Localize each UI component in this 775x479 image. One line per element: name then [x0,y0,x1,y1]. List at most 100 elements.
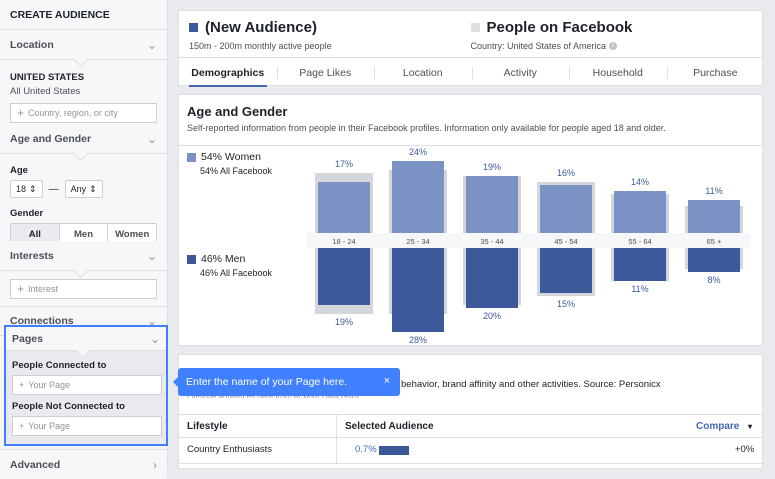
country-name: UNITED STATES [10,72,85,83]
age-gender-card: Age and Gender Self-reported information… [178,94,763,346]
chevron-down-icon: ⌄ [146,248,157,263]
men-bar [318,248,370,305]
age-gender-label: Age and Gender [10,132,92,145]
women-bar [466,176,518,233]
row-lifestyle-name: Country Enthusiasts [187,444,273,455]
col-compare[interactable]: Compare [696,421,739,432]
tabs-bar: Demographics Page Likes Location Activit… [179,57,764,87]
age-tick-label: 18 - 24 [332,237,355,246]
info-icon[interactable]: i [609,42,618,50]
age-label: Age [10,165,28,176]
women-data-label: 11% [705,186,722,196]
location-input[interactable]: + Country, region, or city [10,103,157,123]
age-tick-label: 65 + [707,237,722,246]
plus-icon: + [19,421,25,431]
pages-section-header[interactable]: Pages ⌄ [6,327,166,359]
interests-label: Interests [10,249,54,262]
men-data-label: 11% [631,284,648,294]
age-tick-label: 35 - 44 [480,237,503,246]
men-bar [614,248,666,281]
tab-purchase[interactable]: Purchase [666,58,765,87]
compare-title: People on Facebook [486,19,633,36]
tab-activity[interactable]: Activity [471,58,570,87]
chevron-right-icon: › [153,457,157,472]
age-tick-label: 25 - 34 [406,237,429,246]
men-data-label: 8% [707,275,720,285]
chevron-down-icon: ⌄ [146,37,157,52]
women-bar [392,161,444,233]
interest-placeholder: Interest [28,284,59,294]
age-max-select[interactable]: Any ⇕ [64,180,103,198]
women-bar [688,200,740,233]
location-body: UNITED STATES All United States + Countr… [0,60,167,124]
women-data-label: 24% [409,147,427,157]
compare-color-swatch [470,23,480,32]
women-data-label: 17% [335,159,353,169]
location-section-header[interactable]: Location ⌄ [0,30,167,68]
row-compare-value: +0% [735,444,755,455]
not-connected-page-input[interactable]: + Your Page [12,416,162,436]
page-name-tooltip: Enter the name of your Page here. × [173,368,400,396]
people-not-connected-label: People Not Connected to [12,401,125,412]
men-data-label: 15% [557,299,575,309]
audience-header-card: (New Audience) 150m - 200m monthly activ… [178,10,764,87]
age-gender-section-header[interactable]: Age and Gender ⌄ [0,124,167,162]
audience-size: 150m - 200m monthly active people [189,41,332,51]
women-data-label: 19% [483,162,501,172]
updown-icon: ⇕ [89,183,97,194]
women-bar [614,191,666,233]
interests-section-header[interactable]: Interests ⌄ [0,241,167,279]
women-data-label: 14% [631,177,649,187]
age-gender-chart: 17% 19% 18 - 24 24% 28% 25 - 34 19% 20% 35 - 44 1… [307,147,751,345]
connected-page-input[interactable]: + Your Page [12,375,162,395]
people-connected-label: People Connected to [12,360,107,371]
tab-household[interactable]: Household [569,58,667,87]
location-label: Location [10,38,54,51]
age-min-select[interactable]: 18 ⇕ [10,180,43,198]
close-icon[interactable]: × [384,375,390,387]
sidebar-title: CREATE AUDIENCE [0,0,167,30]
men-bar [688,248,740,272]
advanced-section-header[interactable]: Advanced › [0,449,167,479]
age-gender-body: Age 18 ⇕ — Any ⇕ Gender All Men Women [0,154,167,245]
section-notch [75,343,91,359]
plus-icon: + [19,380,25,390]
lifestyle-table-header: Lifestyle Selected Audience Compare ▾ [179,414,764,438]
col-selected-audience: Selected Audience [345,421,434,432]
tab-page-likes[interactable]: Page Likes [276,58,375,87]
row-selected-value: 0.7% [355,444,377,455]
chevron-down-icon: ⌄ [149,331,160,346]
age-axis-band [307,233,751,248]
plus-icon: + [17,106,25,120]
not-connected-page-placeholder: Your Page [28,421,70,431]
women-bar [540,185,592,233]
updown-icon: ⇕ [29,183,37,194]
tooltip-text: Enter the name of your Page here. [186,376,348,388]
age-max-value: Any [70,184,87,194]
men-data-label: 20% [483,311,501,321]
caret-down-icon[interactable]: ▾ [748,422,752,431]
chevron-down-icon: ⌄ [146,131,157,146]
audience-title: (New Audience) [205,19,317,36]
men-bar [392,248,444,332]
pages-label: Pages [12,332,43,345]
connected-page-placeholder: Your Page [28,380,70,390]
men-data-label: 19% [335,317,353,327]
interest-input[interactable]: + Interest [10,279,157,299]
lifestyle-description: behavior, brand affinity and other activ… [401,379,661,390]
tab-demographics[interactable]: Demographics [179,58,277,87]
gender-label: Gender [10,208,44,219]
men-data-label: 28% [409,335,427,345]
row-selected-bar [379,446,409,455]
table-row: Country Enthusiasts 0.7% +0% [179,438,764,464]
women-data-label: 16% [557,168,575,178]
col-lifestyle: Lifestyle [187,421,228,432]
age-tick-label: 45 - 54 [554,237,577,246]
men-bar [540,248,592,293]
men-bar [466,248,518,308]
tab-location[interactable]: Location [374,58,472,87]
country-sub: All United States [10,86,81,97]
location-placeholder: Country, region, or city [28,108,118,118]
age-dash: — [48,183,59,195]
audience-color-swatch [189,23,198,32]
